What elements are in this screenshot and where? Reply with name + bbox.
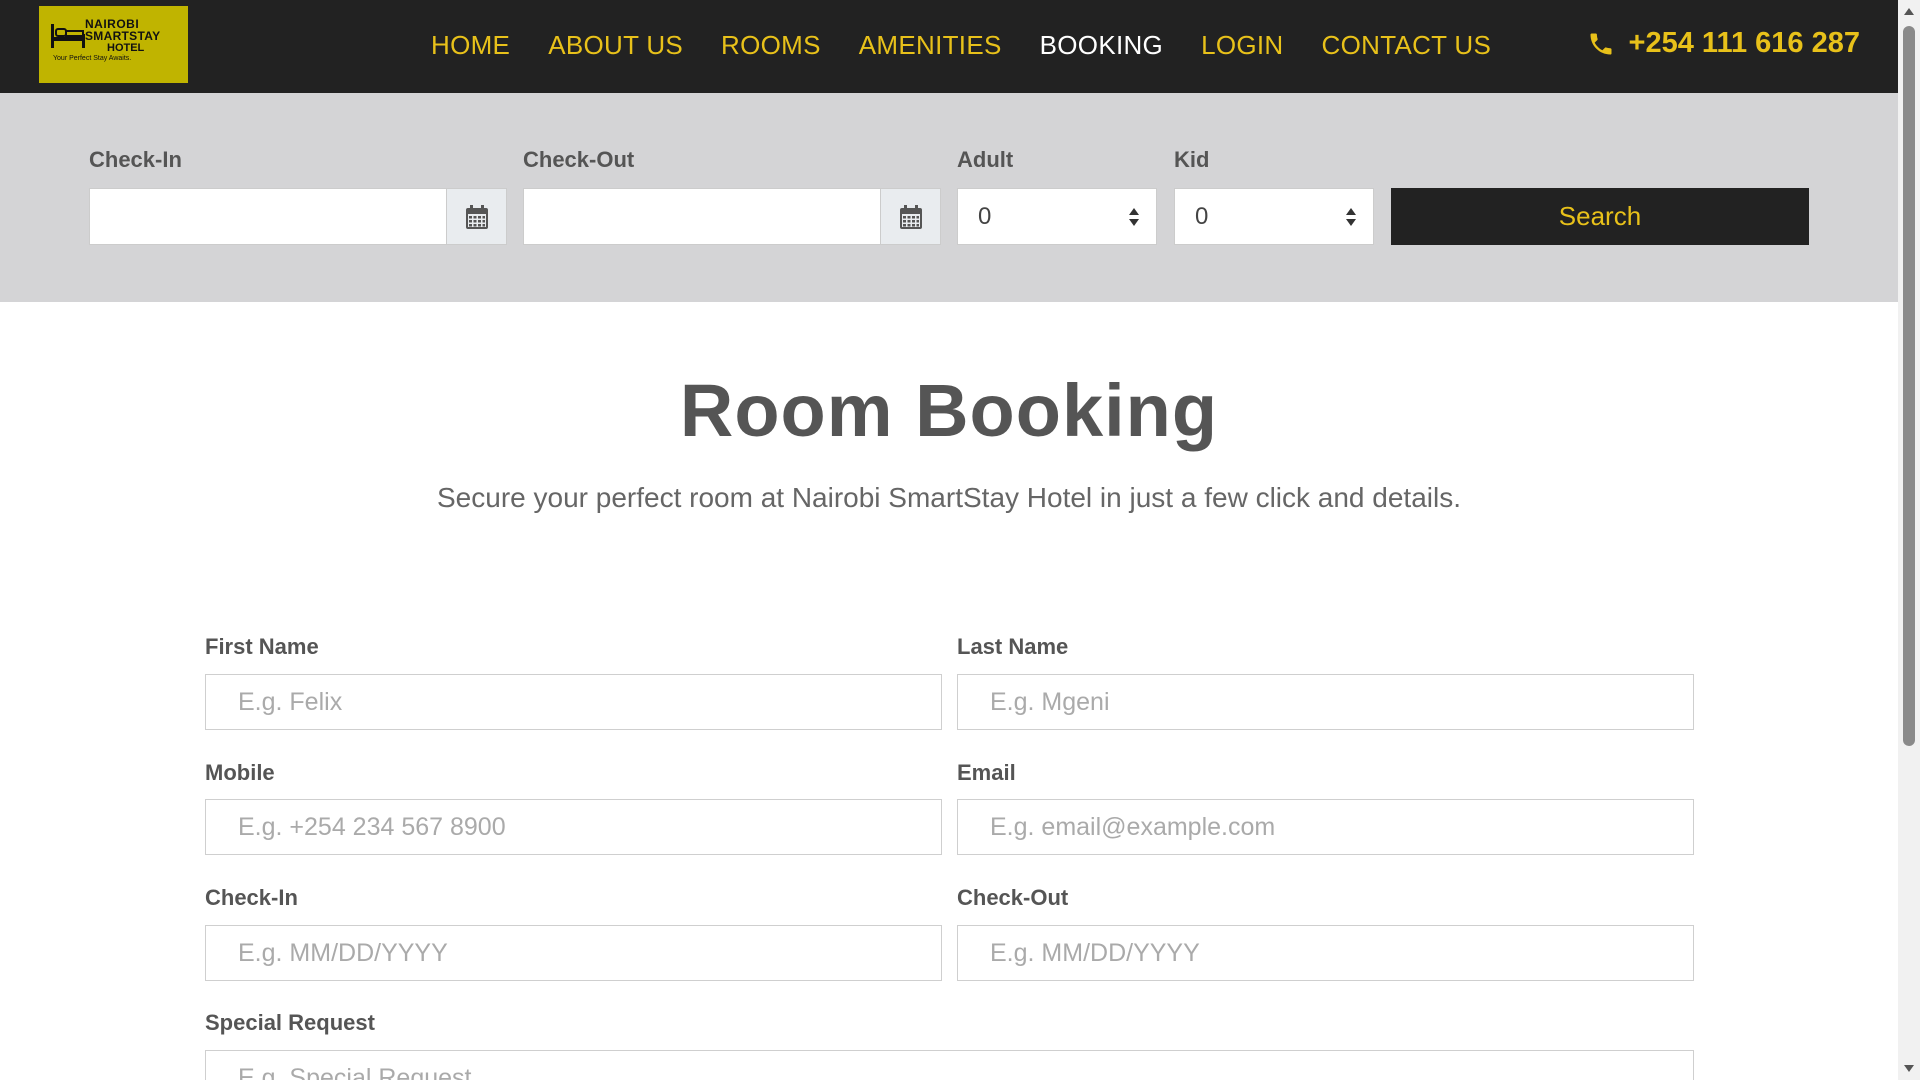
nav-login[interactable]: LOGIN [1201,30,1283,61]
page-subtitle: Secure your perfect room at Nairobi Smar… [437,482,1461,513]
phone-contact[interactable]: +254 111 616 287 [1587,27,1860,60]
kid-select[interactable]: 0 [1174,188,1374,245]
nav-contact-us[interactable]: CONTACT US [1322,30,1492,61]
first-name-field[interactable] [205,674,942,730]
calendar-icon-button[interactable] [880,189,940,244]
form-checkin-field[interactable] [205,925,942,981]
hotel-logo[interactable]: NAIROBI SMARTSTAY HOTEL Your Perfect Sta… [39,6,188,83]
special-request-field[interactable] [205,1050,1694,1080]
adult-select-value: 0 [978,202,992,230]
last-name-field[interactable] [957,674,1694,730]
calendar-icon [465,204,488,229]
search-kid-label: Kid [1174,147,1210,172]
logo-text-line2: SMARTSTAY [85,29,161,43]
phone-icon [1590,33,1612,54]
scroll-down-arrow-icon[interactable] [1904,1065,1914,1072]
first-name-label: First Name [205,634,319,659]
nav-booking[interactable]: BOOKING [1040,30,1163,61]
mobile-label: Mobile [205,760,275,785]
last-name-label: Last Name [957,634,1069,659]
nav-about-us[interactable]: ABOUT US [548,30,683,61]
main-nav: HOME ABOUT US ROOMS AMENITIES BOOKING LO… [431,30,1529,61]
kid-select-value: 0 [1195,202,1209,230]
bed-icon [51,24,85,48]
logo-tagline: Your Perfect Stay Awaits. [53,55,132,62]
scroll-up-arrow-icon[interactable] [1904,8,1914,15]
form-checkout-label: Check-Out [957,885,1069,910]
form-checkin-label: Check-In [205,885,298,910]
search-adult-label: Adult [957,147,1014,172]
page-scrollbar[interactable] [1898,0,1920,1080]
special-request-label: Special Request [205,1010,375,1035]
select-arrows-icon [1129,208,1139,226]
site-header: NAIROBI SMARTSTAY HOTEL Your Perfect Sta… [0,0,1898,93]
logo-text-line3: HOTEL [107,42,145,54]
email-field[interactable] [957,799,1694,855]
search-checkout-input[interactable] [523,188,941,245]
search-button[interactable]: Search [1391,188,1809,245]
page-title: Room Booking [679,369,1219,452]
mobile-field[interactable] [205,799,942,855]
search-checkin-label: Check-In [89,147,182,172]
adult-select[interactable]: 0 [957,188,1157,245]
form-checkout-field[interactable] [957,925,1694,981]
search-checkin-input[interactable] [89,188,507,245]
phone-number: +254 111 616 287 [1628,27,1860,59]
scrollbar-thumb[interactable] [1903,26,1915,746]
calendar-icon [899,204,922,229]
calendar-icon-button[interactable] [446,189,506,244]
search-checkout-label: Check-Out [523,147,635,172]
email-label: Email [957,760,1016,785]
nav-rooms[interactable]: ROOMS [721,30,821,61]
nav-amenities[interactable]: AMENITIES [859,30,1002,61]
select-arrows-icon [1346,208,1356,226]
nav-home[interactable]: HOME [431,30,510,61]
